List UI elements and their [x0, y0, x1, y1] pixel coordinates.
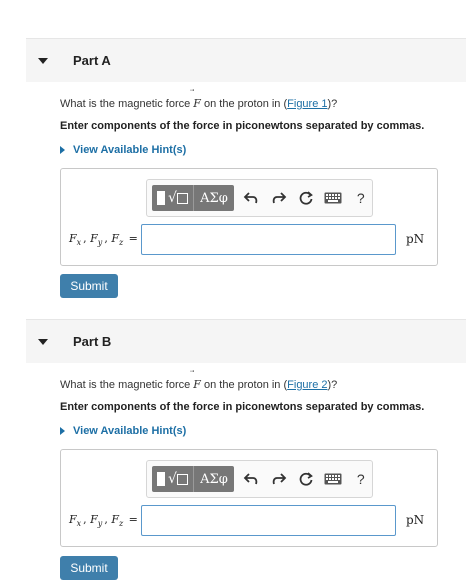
math-toolbar: √ ΑΣφ ?	[146, 460, 373, 498]
figure-1-link[interactable]: Figure 1	[287, 98, 327, 110]
part-b-header[interactable]: Part B	[26, 319, 466, 363]
answer-input[interactable]	[141, 505, 396, 536]
part-a-header[interactable]: Part A	[26, 38, 466, 82]
radical-icon: √	[168, 472, 188, 486]
help-button[interactable]: ?	[350, 185, 372, 211]
template-block-icon	[157, 191, 166, 205]
templates-button[interactable]: √	[152, 185, 194, 211]
unit-label: pN	[406, 513, 425, 527]
part-a-question: What is the magnetic force F⃗ on the pro…	[60, 97, 338, 110]
greek-symbols-button[interactable]: ΑΣφ	[194, 466, 234, 492]
redo-icon	[272, 192, 286, 204]
help-button[interactable]: ?	[350, 466, 372, 492]
keyboard-button[interactable]	[322, 185, 344, 211]
template-group: √ ΑΣφ	[152, 185, 234, 211]
submit-button[interactable]: Submit	[60, 556, 118, 580]
greek-symbols-button[interactable]: ΑΣφ	[194, 185, 234, 211]
part-b-question: What is the magnetic force F⃗ on the pro…	[60, 378, 338, 391]
part-a-answer-box: √ ΑΣφ ? Fx, Fy, Fz = pN	[60, 168, 438, 266]
part-b-instruction: Enter components of the force in piconew…	[60, 401, 425, 413]
caret-down-icon[interactable]	[38, 338, 48, 345]
redo-button[interactable]	[267, 185, 289, 211]
radical-icon: √	[168, 191, 188, 205]
redo-button[interactable]	[267, 466, 289, 492]
part-a-hint-toggle[interactable]: View Available Hint(s)	[60, 144, 186, 156]
submit-button[interactable]: Submit	[60, 274, 118, 298]
component-label: Fx, Fy, Fz =	[69, 513, 138, 529]
unit-label: pN	[406, 232, 425, 246]
triangle-right-icon	[60, 427, 65, 435]
templates-button[interactable]: √	[152, 466, 194, 492]
template-group: √ ΑΣφ	[152, 466, 234, 492]
undo-button[interactable]	[240, 185, 262, 211]
reset-button[interactable]	[295, 185, 317, 211]
part-b-answer-box: √ ΑΣφ ? Fx, Fy, Fz = pN	[60, 449, 438, 547]
force-vector-symbol: F⃗	[193, 378, 201, 391]
reset-icon	[299, 472, 313, 486]
redo-icon	[272, 473, 286, 485]
part-b-title: Part B	[73, 334, 112, 349]
force-vector-symbol: F⃗	[193, 97, 201, 110]
undo-icon	[243, 192, 258, 204]
undo-icon	[243, 473, 258, 485]
component-label: Fx, Fy, Fz =	[69, 232, 138, 248]
part-b-hint-toggle[interactable]: View Available Hint(s)	[60, 425, 186, 437]
math-toolbar: √ ΑΣφ ?	[146, 179, 373, 217]
reset-icon	[299, 191, 313, 205]
part-a-title: Part A	[73, 53, 111, 68]
template-block-icon	[157, 472, 166, 486]
undo-button[interactable]	[240, 466, 262, 492]
reset-button[interactable]	[295, 466, 317, 492]
figure-2-link[interactable]: Figure 2	[287, 379, 327, 391]
keyboard-button[interactable]	[322, 466, 344, 492]
caret-down-icon[interactable]	[38, 57, 48, 64]
keyboard-icon	[324, 192, 342, 204]
keyboard-icon	[324, 473, 342, 485]
triangle-right-icon	[60, 146, 65, 154]
part-a-instruction: Enter components of the force in piconew…	[60, 120, 425, 132]
answer-input[interactable]	[141, 224, 396, 255]
